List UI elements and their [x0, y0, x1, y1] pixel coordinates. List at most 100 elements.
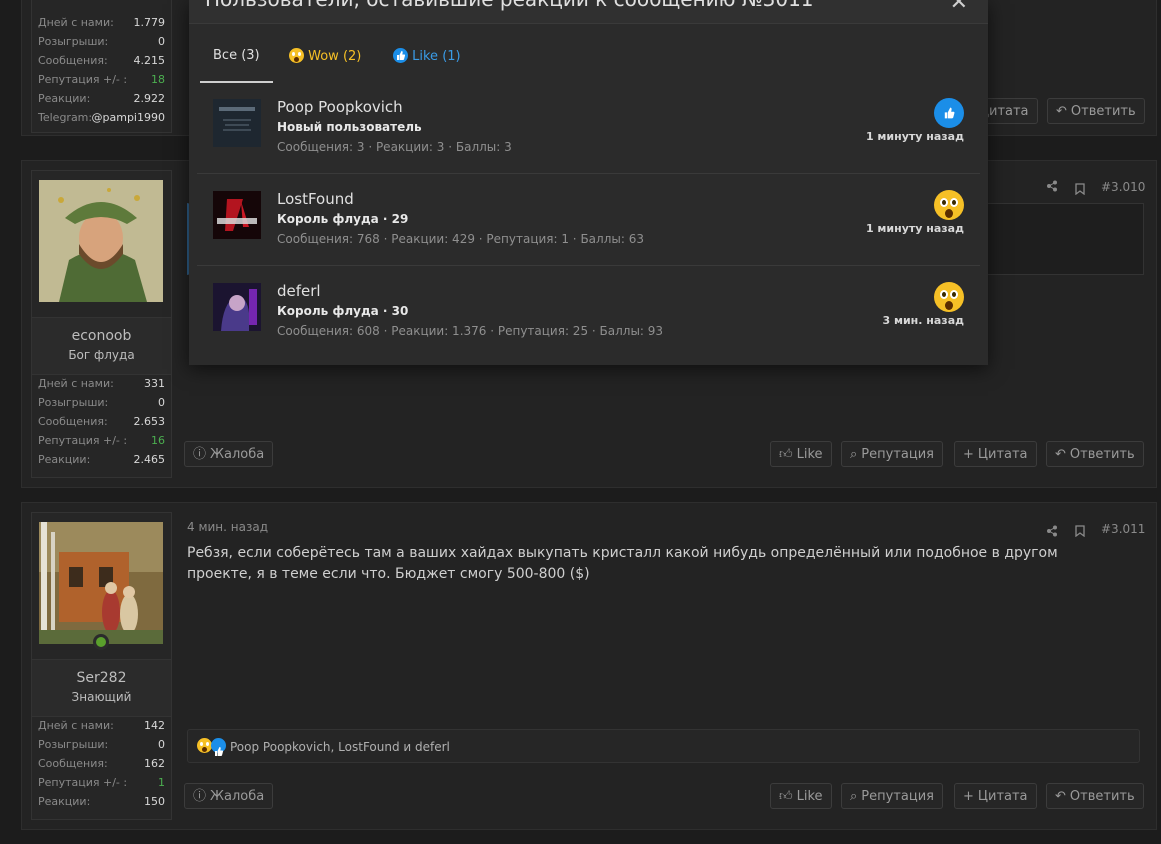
stat-row: Сообщения: 2.653 [32, 415, 171, 434]
report-label: Жалоба [210, 789, 265, 804]
stat-key: Telegram: [38, 111, 93, 124]
stat-value[interactable]: @pampi1990 [92, 111, 165, 124]
stat-row: Реакции: 2.465 [32, 453, 171, 472]
stat-key: Дней с нами: [38, 719, 114, 732]
user-namebox: econoob Бог флуда [32, 317, 171, 375]
user-stats: Дней с нами: 142 Розыгрыши: 0 Сообщения: 16… [32, 719, 171, 814]
bookmark-icon[interactable] [1075, 180, 1085, 199]
avatar[interactable] [39, 180, 163, 302]
reactor-stats: Сообщения: 768 · Реакции: 429 · Репутаци… [277, 232, 644, 246]
share-icon[interactable] [1046, 180, 1058, 195]
reply-button[interactable]: ↶ Ответить [1047, 98, 1145, 124]
reactor-name[interactable]: deferl [277, 282, 321, 300]
stat-key: Дней с нами: [38, 16, 114, 29]
stat-key: Дней с нами: [38, 377, 114, 390]
plus-icon: + [963, 447, 974, 462]
stat-value: 0 [158, 35, 165, 48]
tab-like-label: Like (1) [412, 49, 461, 64]
search-icon: ⌕ [850, 447, 858, 462]
stat-row: Розыгрыши: 0 [32, 35, 171, 54]
tab-all[interactable]: Все (3) [200, 48, 273, 84]
stat-value: 0 [158, 738, 165, 751]
reactions-users[interactable]: Poop Poopkovich, LostFound и deferl [230, 730, 450, 764]
share-icon[interactable] [1046, 522, 1058, 541]
bookmark-icon[interactable] [1075, 522, 1085, 541]
user-card: Ser282 Знающий Дней с нами: 142 Розыгрыши… [31, 512, 172, 820]
report-button[interactable]: ⓘ Жалоба [184, 783, 274, 809]
stat-key: Репутация +/- : [38, 73, 128, 86]
like-icon [393, 48, 408, 63]
stat-value: 150 [144, 795, 165, 808]
stat-key: Сообщения: [38, 757, 108, 770]
report-button[interactable]: ⓘ Жалоба [184, 441, 274, 467]
reactor-stats: Сообщения: 608 · Реакции: 1.376 · Репута… [277, 324, 664, 338]
stat-row: Дней с нами: 142 [32, 719, 171, 738]
reaction-item: Poop Poopkovich Новый пользователь Сообщ… [197, 82, 980, 174]
modal-header: Пользователи, оставившие реакции к сообщ… [189, 0, 988, 24]
stat-row: Telegram: @pampi1990 [32, 111, 171, 130]
user-card: Дней с нами: 1.779 Розыгрыши: 0 Сообщения:… [31, 0, 172, 133]
stat-key: Розыгрыши: [38, 396, 109, 409]
stat-row: Репутация +/- : 1 [32, 776, 171, 795]
reactions-modal: Пользователи, оставившие реакции к сообщ… [189, 0, 988, 365]
stat-row: Розыгрыши: 0 [32, 738, 171, 757]
post-number[interactable]: #3.010 [1101, 180, 1145, 194]
user-stats: Дней с нами: 331 Розыгрыши: 0 Сообщения: 2.… [32, 377, 171, 472]
reaction-time[interactable]: 1 минуту назад [866, 222, 964, 235]
tab-all-label: Все (3) [213, 48, 260, 63]
reply-button[interactable]: ↶ Ответить [1046, 441, 1144, 467]
quote-button[interactable]: +Цитата [954, 783, 1037, 809]
close-icon[interactable]: ✕ [950, 0, 968, 15]
stat-value: 1 [158, 776, 165, 789]
username[interactable]: econoob [32, 328, 171, 344]
tab-wow[interactable]: Wow (2) [289, 48, 361, 84]
avatar[interactable] [213, 283, 261, 331]
reply-button[interactable]: ↶ Ответить [1046, 783, 1144, 809]
wow-icon [197, 738, 212, 753]
stat-key: Реакции: [38, 92, 91, 105]
like-button[interactable]: 👍︎ Like [770, 441, 832, 467]
user-title: Знающий [71, 690, 132, 704]
like-button[interactable]: 👍︎ Like [770, 783, 832, 809]
reactor-name[interactable]: Poop Poopkovich [277, 98, 403, 116]
post-time[interactable]: 4 мин. назад [187, 520, 268, 534]
quote-button[interactable]: +Цитата [954, 441, 1037, 467]
avatar[interactable] [39, 522, 163, 644]
reaction-item: deferl Король флуда · 30 Сообщения: 608 … [197, 266, 980, 357]
reaction-icons [197, 737, 227, 756]
stat-value: 18 [151, 73, 165, 86]
stat-key: Репутация +/- : [38, 776, 128, 789]
online-status-icon [93, 634, 109, 650]
reply-label: Ответить [1069, 447, 1135, 462]
quote-label: Цитата [977, 789, 1028, 804]
stat-row: Розыгрыши: 0 [32, 396, 171, 415]
reply-icon: ↶ [1055, 789, 1066, 804]
reaction-time[interactable]: 1 минуту назад [866, 130, 964, 143]
alert-icon: ⓘ [193, 789, 207, 804]
reactions-bar[interactable]: Poop Poopkovich, LostFound и deferl [187, 729, 1140, 763]
search-icon: ⌕ [850, 789, 858, 804]
stat-key: Реакции: [38, 795, 91, 808]
tab-wow-label: Wow (2) [308, 49, 362, 64]
reactor-stats: Сообщения: 3 · Реакции: 3 · Баллы: 3 [277, 140, 512, 154]
post-number[interactable]: #3.011 [1101, 522, 1145, 536]
reply-icon: ↶ [1056, 104, 1067, 119]
thumb-up-icon: 👍︎ [779, 447, 793, 462]
report-label: Жалоба [210, 447, 265, 462]
avatar[interactable] [213, 191, 261, 239]
stat-row: Реакции: 150 [32, 795, 171, 814]
alert-icon: ⓘ [193, 447, 207, 462]
stat-value: 142 [144, 719, 165, 732]
stat-row: Реакции: 2.922 [32, 92, 171, 111]
avatar[interactable] [213, 99, 261, 147]
reputation-button[interactable]: ⌕ Репутация [841, 441, 943, 467]
username[interactable]: Ser282 [32, 670, 171, 686]
wow-icon [934, 282, 964, 316]
stat-value: 4.215 [133, 54, 166, 67]
stat-key: Розыгрыши: [38, 738, 109, 751]
tab-like[interactable]: Like (1) [393, 48, 461, 84]
reaction-time[interactable]: 3 мин. назад [882, 314, 964, 327]
stat-key: Сообщения: [38, 415, 108, 428]
reputation-button[interactable]: ⌕ Репутация [841, 783, 943, 809]
reactor-name[interactable]: LostFound [277, 190, 354, 208]
